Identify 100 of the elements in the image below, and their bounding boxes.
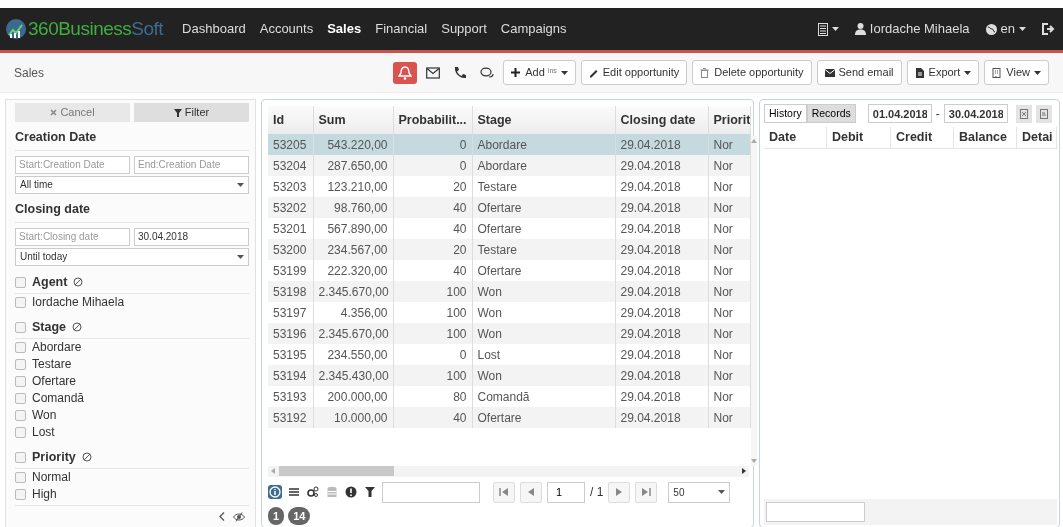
clear-icon[interactable] <box>73 277 84 287</box>
horizontal-scrollbar[interactable] <box>268 466 749 477</box>
table-cell: Nor <box>708 155 750 176</box>
checkbox[interactable] <box>15 471 26 483</box>
table-row[interactable]: 53202 98.760,00 40 Ofertare 29.04.2018 Nor <box>268 197 750 218</box>
range-select[interactable]: All time <box>15 175 249 194</box>
table-row[interactable]: 53204 287.650,00 0 Abordare 29.04.2018 Nor <box>268 155 750 176</box>
checkbox[interactable] <box>15 321 26 333</box>
table-row[interactable]: 53198 2.345.670,00 100 Won 29.04.2018 Nor <box>268 281 750 302</box>
table-cell: Testare <box>472 239 615 260</box>
column-header[interactable]: Date <box>764 127 827 148</box>
column-header[interactable]: Id <box>268 106 313 134</box>
tool-button[interactable] <box>344 485 358 499</box>
range-select[interactable]: Until today <box>15 247 249 266</box>
toolbar-button[interactable]: Add $^{ins}$ <box>503 60 576 85</box>
close-icon <box>50 109 58 116</box>
checkbox[interactable] <box>15 409 26 421</box>
tool-button[interactable] <box>363 485 377 499</box>
table-row[interactable]: 53194 2.345.430,00 100 Won 29.04.2018 Nor <box>268 365 750 386</box>
table-cell: 2.345.670,00 <box>313 281 393 302</box>
column-header[interactable]: Stage <box>472 106 615 134</box>
checkbox[interactable] <box>15 451 26 463</box>
tool-button[interactable] <box>287 485 301 499</box>
clear-icon[interactable] <box>81 452 92 462</box>
pdf-export-button[interactable] <box>1035 104 1052 123</box>
nav-link[interactable]: Sales <box>320 19 369 39</box>
tool-button[interactable] <box>306 485 320 499</box>
search-field[interactable] <box>766 502 865 522</box>
user-menu[interactable]: Iordache Mihaela <box>854 19 970 39</box>
caret-icon <box>1019 27 1026 31</box>
toolbar-button[interactable]: View <box>984 60 1049 85</box>
column-header[interactable]: Detai <box>1017 127 1057 148</box>
checkbox[interactable] <box>15 375 26 387</box>
column-header[interactable]: Debit <box>827 127 891 148</box>
pager-button[interactable] <box>520 481 542 503</box>
nav-link[interactable]: Accounts <box>252 19 321 39</box>
table-cell: Nor <box>708 239 750 260</box>
table-cell: Nor <box>708 407 750 428</box>
tab[interactable]: History <box>764 104 807 123</box>
table-cell: Ofertare <box>472 197 615 218</box>
toolbar-button[interactable]: Edit opportunity <box>580 60 688 85</box>
table-cell: 2.345.430,00 <box>313 365 393 386</box>
checkbox[interactable] <box>15 341 26 353</box>
table-cell: 0 <box>393 155 472 176</box>
checkbox[interactable] <box>15 276 26 288</box>
table-row[interactable]: 53196 2.345.670,00 100 Won 29.04.2018 Nor <box>268 323 750 344</box>
scroll-down-icon[interactable] <box>750 459 757 463</box>
scroll-left-icon[interactable] <box>271 468 275 475</box>
table-row[interactable]: 53200 234.567,00 20 Testare 29.04.2018 Nor <box>268 239 750 260</box>
scroll-thumb[interactable] <box>279 466 394 477</box>
nav-link[interactable]: Campaigns <box>493 19 574 39</box>
pager-button[interactable] <box>635 481 658 503</box>
column-header[interactable]: Balance <box>954 127 1017 148</box>
date-field[interactable]: 30.04.2018 <box>943 104 1008 123</box>
column-header[interactable]: Sum <box>313 106 393 134</box>
checkbox[interactable] <box>15 358 26 370</box>
checkbox[interactable] <box>15 426 26 438</box>
nav-link[interactable]: Dashboard <box>175 19 253 39</box>
search-field[interactable] <box>382 481 480 503</box>
language-menu[interactable]: en <box>985 19 1026 39</box>
nav-link[interactable]: Financial <box>368 19 435 39</box>
date-field[interactable]: 01.04.2018 <box>867 104 932 123</box>
filter-button[interactable]: Filter <box>134 103 249 122</box>
brand-name[interactable]: 360BusinessSoft <box>28 14 164 44</box>
toolbar-button[interactable]: Send email <box>816 60 902 85</box>
chevron-left-icon[interactable] <box>219 512 225 521</box>
clear-icon[interactable] <box>72 322 83 332</box>
pager-button[interactable] <box>608 481 631 503</box>
eye-slash-icon[interactable] <box>233 511 245 522</box>
date-field[interactable]: 30.04.2018 <box>134 227 249 246</box>
page-title: Sales <box>14 64 45 82</box>
scroll-up-icon[interactable] <box>750 139 757 143</box>
date-field[interactable]: Start:Closing date <box>15 227 130 246</box>
checkbox[interactable] <box>15 392 26 404</box>
table-row[interactable]: 53205 543.220,00 0 Abordare 29.04.2018 Nor <box>268 134 750 155</box>
checkbox-label: Comandă <box>32 390 85 407</box>
tab[interactable]: Records <box>806 104 856 123</box>
sign-out-icon[interactable] <box>1042 23 1055 35</box>
list-menu-button[interactable] <box>817 22 839 36</box>
date-field[interactable]: Start:Creation Date <box>15 155 130 174</box>
column-header[interactable]: Credit <box>891 127 954 148</box>
nav-link[interactable]: Support <box>434 19 494 39</box>
checkbox-label: Ofertare <box>32 373 76 390</box>
table-cell: 53194 <box>268 365 313 386</box>
date-field[interactable]: End:Creation Date <box>134 155 249 174</box>
column-header[interactable]: Closing date <box>615 106 708 134</box>
toolbar-button[interactable]: Export <box>906 60 980 85</box>
toolbar-button[interactable]: Delete opportunity <box>692 60 812 85</box>
page-field[interactable]: 1 <box>547 481 585 503</box>
checkbox[interactable] <box>15 296 26 308</box>
tool-button[interactable] <box>268 485 282 499</box>
excel-export-button[interactable] <box>1015 104 1032 123</box>
table-cell: 53200 <box>268 239 313 260</box>
checkbox[interactable] <box>15 488 26 500</box>
page-size-select[interactable]: 50 <box>668 481 731 503</box>
scroll-right-icon[interactable] <box>742 468 746 475</box>
pager-button[interactable] <box>493 481 515 503</box>
column-header[interactable]: Probabilit... <box>393 106 472 134</box>
cancel-button[interactable]: Cancel <box>15 103 130 122</box>
table-row[interactable]: 53192 10.000,00 40 Ofertare 29.04.2018 Nor <box>268 407 750 428</box>
